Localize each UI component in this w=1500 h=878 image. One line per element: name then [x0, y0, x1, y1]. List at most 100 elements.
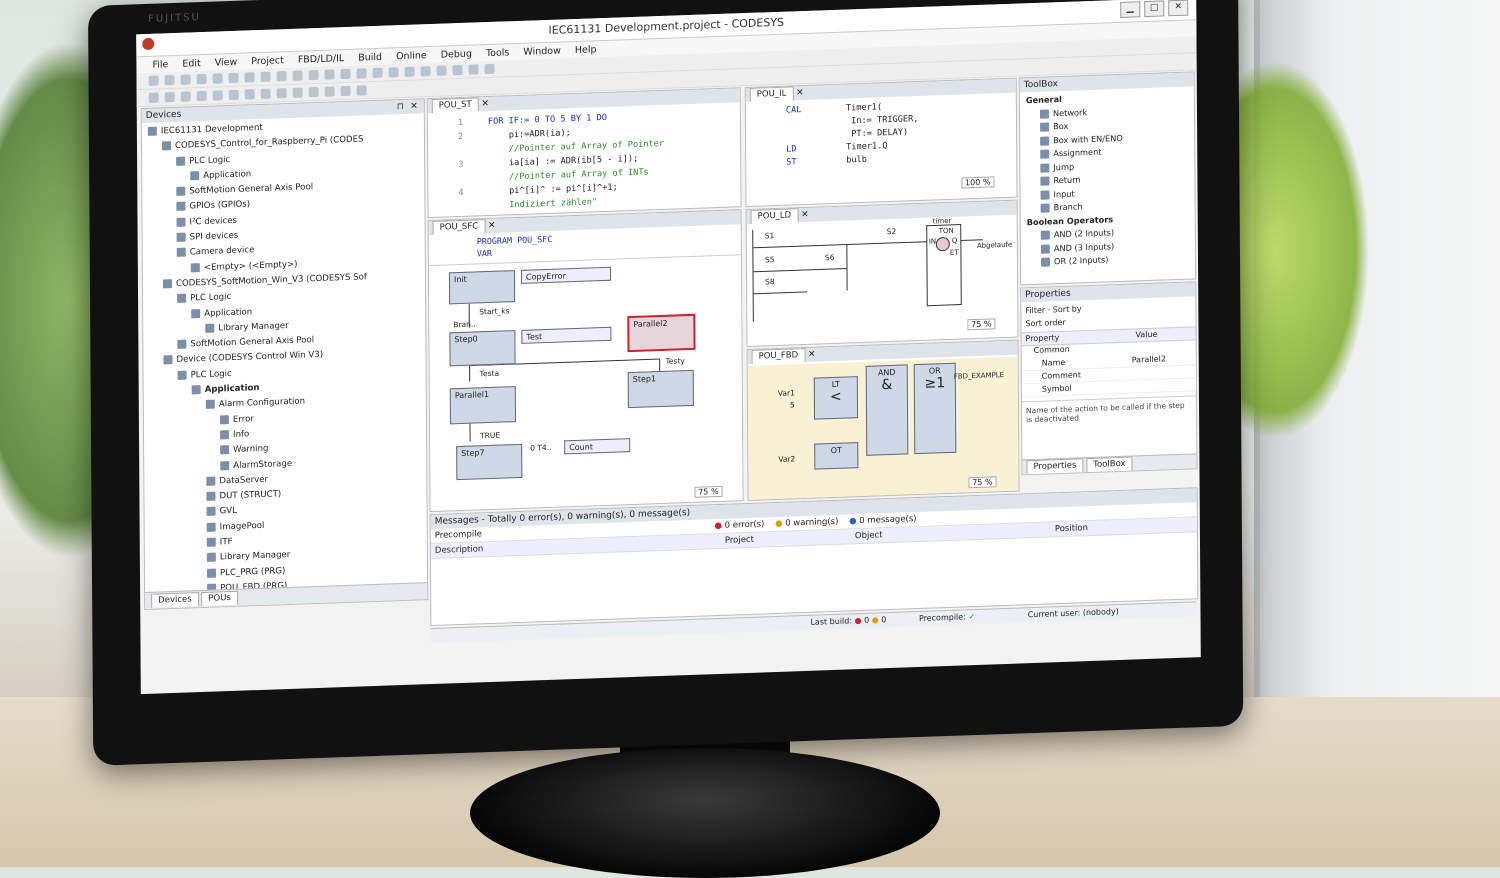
- precompile-filter[interactable]: Precompile: [435, 529, 482, 541]
- step-into-icon[interactable]: [468, 64, 478, 74]
- close-panel-icon[interactable]: ✕: [410, 99, 418, 113]
- contact-icon[interactable]: [165, 92, 175, 102]
- ld-contact[interactable]: S6: [825, 253, 835, 262]
- sfc-action-count[interactable]: Count: [564, 438, 630, 454]
- coil-icon[interactable]: [181, 91, 191, 101]
- messages-filter[interactable]: 0 message(s): [859, 514, 916, 526]
- reset-coil-icon[interactable]: [261, 89, 271, 99]
- step-over-icon[interactable]: [452, 65, 462, 75]
- save-icon[interactable]: [181, 74, 191, 84]
- sfc-step-step7[interactable]: Step7: [456, 444, 522, 480]
- pin-icon[interactable]: ⊓: [397, 100, 404, 114]
- close-tab-icon[interactable]: ✕: [488, 221, 496, 231]
- menu-view[interactable]: View: [215, 56, 238, 68]
- redo-icon[interactable]: [228, 73, 238, 83]
- ld-contact[interactable]: S8: [765, 277, 775, 286]
- tab-pou-ld[interactable]: POU_LD: [751, 208, 799, 224]
- find-icon[interactable]: [308, 70, 318, 80]
- fbd-canvas[interactable]: LT < AND & OR ≥1 OT Var1 5 Var2 FBD_EXAM…: [748, 357, 1019, 500]
- build-icon[interactable]: [340, 69, 350, 79]
- sfc-step-parallel1[interactable]: Parallel1: [450, 386, 516, 424]
- branch-icon[interactable]: [309, 87, 319, 97]
- warnings-filter[interactable]: 0 warning(s): [785, 517, 838, 529]
- menu-project[interactable]: Project: [251, 55, 284, 67]
- fbd-block-and[interactable]: AND &: [866, 364, 909, 455]
- menu-help[interactable]: Help: [575, 44, 597, 56]
- undo-icon[interactable]: [212, 73, 222, 83]
- menu-edit[interactable]: Edit: [182, 58, 200, 70]
- tab-properties[interactable]: Properties: [1026, 458, 1083, 474]
- fbd-block-ot[interactable]: OT: [814, 442, 858, 470]
- login-icon[interactable]: [356, 68, 366, 78]
- minimize-button[interactable]: ▁: [1120, 1, 1140, 18]
- sfc-step-init[interactable]: Init: [449, 270, 515, 304]
- ld-contact[interactable]: S5: [765, 255, 775, 264]
- new-icon[interactable]: [149, 76, 159, 86]
- tab-pou-sfc[interactable]: POU_SFC: [433, 219, 486, 235]
- tab-pou-st[interactable]: POU_ST: [432, 97, 479, 113]
- tab-devices[interactable]: Devices: [151, 592, 199, 608]
- return-icon[interactable]: [293, 88, 303, 98]
- paste-icon[interactable]: [276, 71, 286, 81]
- tab-pous[interactable]: POUs: [201, 591, 238, 606]
- negate-icon[interactable]: [229, 90, 239, 100]
- network-icon[interactable]: [149, 93, 159, 103]
- open-icon[interactable]: [165, 75, 175, 85]
- ladder-rungs[interactable]: [747, 217, 1018, 326]
- menu-debug[interactable]: Debug: [441, 48, 472, 60]
- action-icon[interactable]: [357, 85, 367, 95]
- print-icon[interactable]: [197, 74, 207, 84]
- close-tab-icon[interactable]: ✕: [808, 350, 816, 360]
- col-position[interactable]: Position: [1055, 521, 1088, 536]
- zoom-fbd[interactable]: 75 %: [968, 476, 996, 488]
- reset-icon[interactable]: [420, 66, 430, 76]
- tab-pou-fbd[interactable]: POU_FBD: [752, 348, 806, 364]
- menu-online[interactable]: Online: [396, 50, 427, 62]
- sfc-step-step1[interactable]: Step1: [628, 370, 694, 408]
- jump-icon[interactable]: [277, 88, 287, 98]
- st-code[interactable]: 1FOR IF:= 0 TO 5 BY 1 DO2 pi:=ADR(ia); /…: [428, 102, 741, 215]
- logout-icon[interactable]: [372, 68, 382, 78]
- zoom-il[interactable]: 100 %: [961, 176, 994, 188]
- sort-by-button[interactable]: Sort by: [1053, 304, 1082, 314]
- cut-icon[interactable]: [244, 72, 254, 82]
- ld-contact[interactable]: S1: [765, 231, 775, 240]
- property-value[interactable]: Parallel2: [1132, 353, 1166, 366]
- menu-fbd-ld-il[interactable]: FBD/LD/IL: [298, 53, 344, 66]
- filter-button[interactable]: Filter: [1025, 306, 1045, 316]
- stop-icon[interactable]: [404, 67, 414, 77]
- fbd-block-or[interactable]: OR ≥1: [914, 363, 957, 454]
- errors-filter[interactable]: 0 error(s): [725, 519, 765, 530]
- close-tab-icon[interactable]: ✕: [796, 88, 804, 98]
- set-icon[interactable]: [245, 89, 255, 99]
- sfc-step-parallel2[interactable]: Parallel2: [627, 314, 695, 352]
- menu-tools[interactable]: Tools: [486, 47, 509, 59]
- sfc-diagram[interactable]: Init CopyError Start_ks Bran.. Step0 Tes…: [429, 256, 743, 511]
- ld-contact[interactable]: S2: [887, 227, 897, 236]
- run-icon[interactable]: [388, 67, 398, 77]
- close-button[interactable]: ✕: [1168, 0, 1188, 16]
- menu-window[interactable]: Window: [523, 45, 561, 57]
- fbd-block-symbol: &: [871, 377, 903, 394]
- step-out-icon[interactable]: [484, 64, 494, 74]
- replace-icon[interactable]: [324, 69, 334, 79]
- menu-build[interactable]: Build: [358, 51, 382, 63]
- zoom-sfc[interactable]: 75 %: [694, 486, 722, 498]
- menu-file[interactable]: File: [152, 59, 168, 71]
- breakpoint-icon[interactable]: [436, 65, 446, 75]
- parallel-contact-icon[interactable]: [213, 90, 223, 100]
- copy-icon[interactable]: [260, 72, 270, 82]
- zoom-ld[interactable]: 75 %: [967, 318, 995, 330]
- il-code[interactable]: CALTimer1( In:= TRIGGER, PT:= DELAY)LDTi…: [746, 93, 1016, 171]
- fbd-block-lt[interactable]: LT <: [814, 376, 858, 420]
- step-icon[interactable]: [325, 86, 335, 96]
- close-tab-icon[interactable]: ✕: [482, 99, 490, 109]
- tab-pou-il[interactable]: POU_IL: [750, 86, 794, 102]
- close-tab-icon[interactable]: ✕: [801, 210, 809, 220]
- tab-toolbox[interactable]: ToolBox: [1086, 457, 1132, 473]
- transition-icon[interactable]: [341, 86, 351, 96]
- sfc-step-step0[interactable]: Step0: [449, 330, 515, 366]
- delete-icon[interactable]: [292, 71, 302, 81]
- maximize-button[interactable]: □: [1144, 0, 1164, 17]
- box-icon[interactable]: [197, 91, 207, 101]
